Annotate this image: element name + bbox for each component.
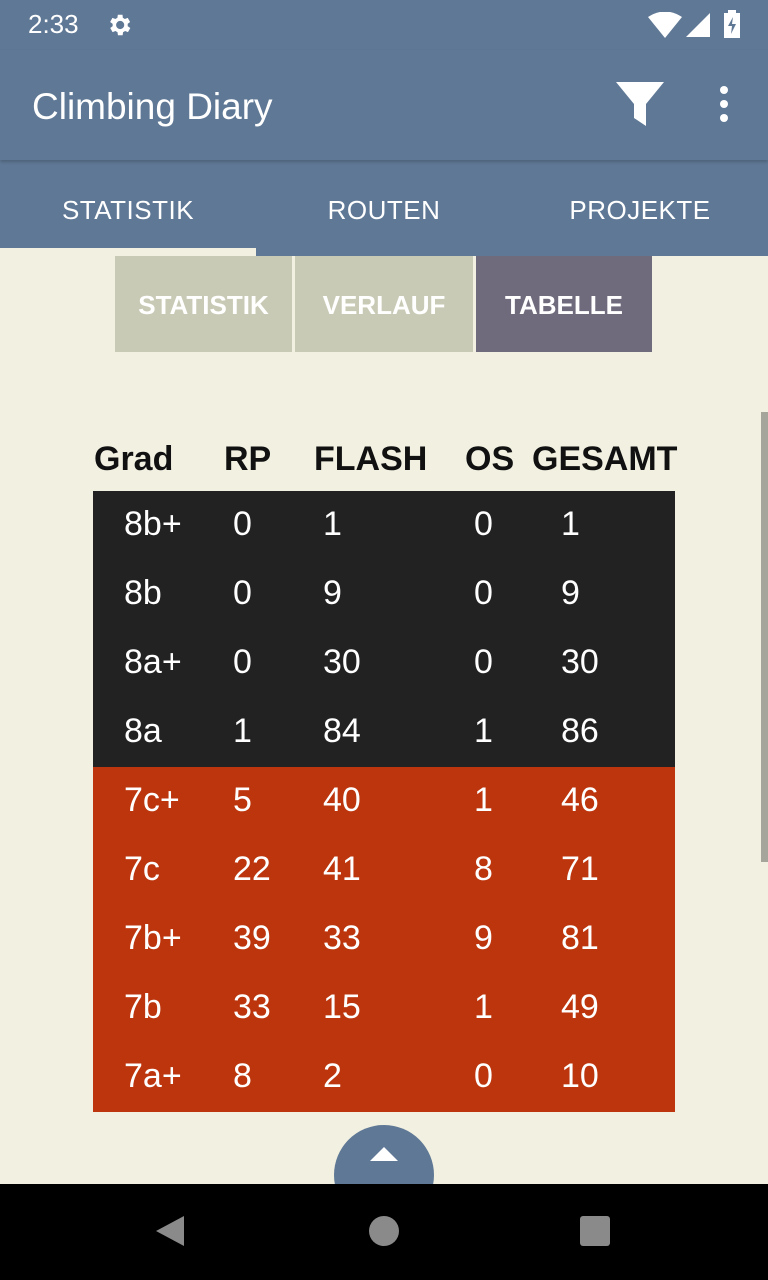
- cell-rp: 33: [233, 988, 271, 1026]
- status-bar: 2:33: [0, 0, 768, 50]
- table-row: 7c+ 5 40 1 46: [93, 767, 675, 836]
- cell-os: 0: [474, 643, 493, 681]
- tab-bar: STATISTIK ROUTEN PROJEKTE: [0, 160, 768, 256]
- cell-grade: 7b+: [124, 919, 182, 957]
- table-row: 8b+ 0 1 0 1: [93, 491, 675, 560]
- cell-rp: 39: [233, 919, 271, 957]
- segment-verlauf[interactable]: VERLAUF: [295, 256, 473, 352]
- header-rp: RP: [224, 440, 272, 478]
- wifi-icon: [648, 12, 682, 38]
- cell-total: 9: [561, 574, 580, 612]
- table-row: 7b 33 15 1 49: [93, 974, 675, 1043]
- grade-table: 8b+ 0 1 0 1 8b 0 9 0 9 8a+ 0 30 0 30 8a …: [93, 491, 675, 1112]
- segment-tabelle[interactable]: TABELLE: [476, 256, 652, 352]
- header-os: OS: [465, 440, 515, 478]
- table-header: Grad RP FLASH OS GESAMT: [93, 436, 678, 486]
- cell-flash: 2: [323, 1057, 342, 1095]
- cell-grade: 8a+: [124, 643, 182, 681]
- cell-rp: 0: [233, 505, 252, 543]
- cell-grade: 8b: [124, 574, 162, 612]
- cell-total: 10: [561, 1057, 599, 1095]
- cell-flash: 40: [323, 781, 361, 819]
- cell-total: 71: [561, 850, 599, 888]
- app-bar: Climbing Diary: [0, 50, 768, 160]
- tab-statistik[interactable]: STATISTIK: [0, 160, 256, 256]
- table-row: 7a+ 8 2 0 10: [93, 1043, 675, 1112]
- cell-flash: 9: [323, 574, 342, 612]
- cell-rp: 22: [233, 850, 271, 888]
- header-flash: FLASH: [314, 440, 428, 478]
- back-icon[interactable]: [154, 1214, 186, 1248]
- cell-os: 1: [474, 988, 493, 1026]
- app-title: Climbing Diary: [32, 86, 273, 127]
- scrollbar-thumb[interactable]: [761, 412, 768, 862]
- table-row: 7b+ 39 33 9 81: [93, 905, 675, 974]
- signal-icon: [686, 13, 710, 37]
- cell-total: 81: [561, 919, 599, 957]
- cell-os: 9: [474, 919, 493, 957]
- cell-flash: 84: [323, 712, 361, 750]
- cell-flash: 41: [323, 850, 361, 888]
- header-gesamt: GESAMT: [532, 440, 678, 478]
- cell-os: 1: [474, 781, 493, 819]
- tab-indicator: [0, 248, 256, 256]
- cell-rp: 8: [233, 1057, 252, 1095]
- cell-grade: 7b: [124, 988, 162, 1026]
- cell-grade: 7a+: [124, 1057, 182, 1095]
- cell-total: 1: [561, 505, 580, 543]
- segment-statistik[interactable]: STATISTIK: [115, 256, 292, 352]
- chevron-up-icon: [370, 1147, 398, 1161]
- cell-rp: 0: [233, 574, 252, 612]
- cell-os: 0: [474, 1057, 493, 1095]
- cell-grade: 8a: [124, 712, 162, 750]
- cell-rp: 5: [233, 781, 252, 819]
- gear-icon: [110, 14, 131, 36]
- table-row: 8b 0 9 0 9: [93, 560, 675, 629]
- cell-os: 1: [474, 712, 493, 750]
- table-row: 8a+ 0 30 0 30: [93, 629, 675, 698]
- system-nav-bar: [0, 1184, 768, 1280]
- tab-projekte[interactable]: PROJEKTE: [512, 160, 768, 256]
- cell-flash: 1: [323, 505, 342, 543]
- status-time: 2:33: [28, 9, 79, 39]
- cell-os: 0: [474, 574, 493, 612]
- table-row: 7c 22 41 8 71: [93, 836, 675, 905]
- cell-flash: 30: [323, 643, 361, 681]
- cell-rp: 0: [233, 643, 252, 681]
- cell-total: 46: [561, 781, 599, 819]
- tab-routen[interactable]: ROUTEN: [256, 160, 512, 256]
- cell-flash: 15: [323, 988, 361, 1026]
- header-grad: Grad: [94, 440, 174, 478]
- filter-icon[interactable]: [612, 78, 668, 130]
- recents-icon[interactable]: [580, 1216, 610, 1246]
- cell-rp: 1: [233, 712, 252, 750]
- cell-os: 8: [474, 850, 493, 888]
- cell-grade: 7c+: [124, 781, 180, 819]
- cell-total: 49: [561, 988, 599, 1026]
- cell-os: 0: [474, 505, 493, 543]
- home-icon[interactable]: [369, 1216, 399, 1246]
- more-vert-icon[interactable]: [708, 84, 740, 124]
- table-row: 8a 1 84 1 86: [93, 698, 675, 767]
- battery-charging-icon: [724, 10, 740, 38]
- cell-total: 30: [561, 643, 599, 681]
- cell-grade: 7c: [124, 850, 160, 888]
- cell-total: 86: [561, 712, 599, 750]
- cell-grade: 8b+: [124, 505, 182, 543]
- cell-flash: 33: [323, 919, 361, 957]
